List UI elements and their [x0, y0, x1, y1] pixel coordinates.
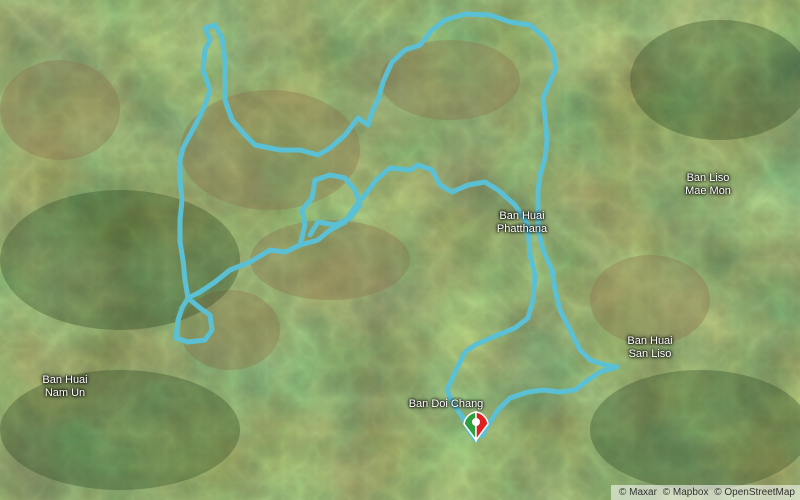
place-label-ban-huai-san-liso: Ban Huai San Liso [627, 335, 672, 361]
attribution-openstreetmap[interactable]: © OpenStreetMap [714, 487, 795, 498]
place-label-line: San Liso [628, 348, 672, 360]
place-label-line: Nam Un [44, 387, 86, 399]
satellite-imagery [0, 0, 800, 500]
place-label-line: Ban Doi Chang [408, 398, 484, 410]
place-label-line: Phatthana [496, 223, 548, 235]
attribution-maxar[interactable]: © Maxar [619, 487, 657, 498]
place-label-line: Ban Huai [627, 335, 673, 347]
place-label-ban-doi-chang: Ban Doi Chang [409, 398, 484, 411]
place-label-line: Ban Liso [686, 172, 730, 184]
place-label-line: Ban Huai [499, 210, 545, 222]
place-label-line: Mae Mon [685, 185, 731, 197]
map-view[interactable]: Ban Liso Mae Mon Ban Huai Phatthana Ban Huai… [0, 0, 800, 500]
attribution-mapbox[interactable]: © Mapbox [663, 487, 709, 498]
place-label-ban-huai-phatthana: Ban Huai Phatthana [497, 210, 547, 236]
place-label-ban-huai-nam-un: Ban Huai Nam Un [42, 374, 87, 400]
map-attribution: © Maxar © Mapbox © OpenStreetMap [611, 485, 800, 500]
place-label-line: Ban Huai [42, 374, 88, 386]
place-label-ban-liso-mae-mon: Ban Liso Mae Mon [685, 172, 731, 198]
